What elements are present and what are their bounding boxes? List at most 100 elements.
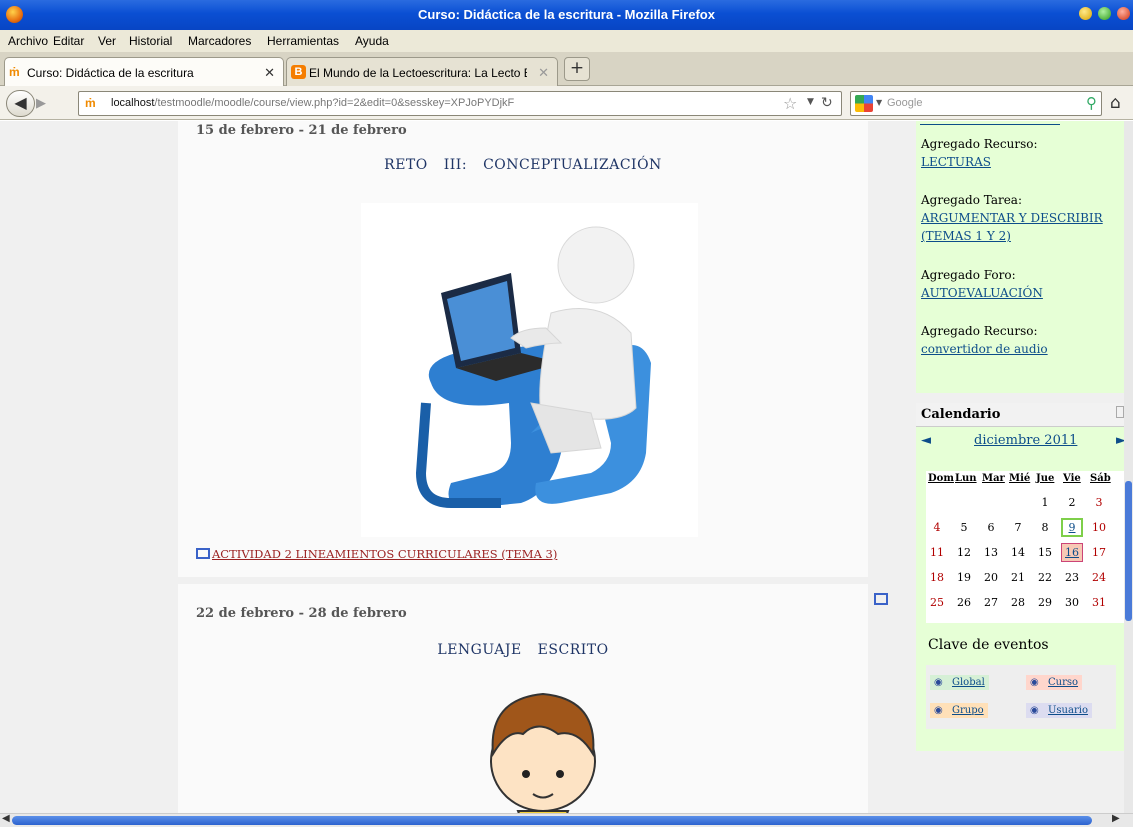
recent-item: Agregado Recurso: LECTURAS <box>921 135 1116 171</box>
eye-icon: ◉ <box>1030 705 1039 716</box>
activity-link-label: ACTIVIDAD 2 LINEAMIENTOS CURRICULARES (T… <box>212 547 558 561</box>
recent-item-link[interactable]: AUTOEVALUACIÓN <box>921 284 1116 302</box>
calendar-day: 19 <box>957 571 971 584</box>
maximize-button[interactable] <box>1098 7 1111 20</box>
tab-blogger[interactable]: B El Mundo de la Lectoescritura: La Lect… <box>286 57 558 86</box>
calendar-day-of-week: Lun <box>955 473 977 484</box>
week-marker-icon[interactable] <box>874 593 888 605</box>
calendar-day[interactable]: 9 <box>1061 518 1083 537</box>
search-bar[interactable]: ▼ Google ⚲ <box>850 91 1102 116</box>
calendar-day: 7 <box>1014 521 1022 534</box>
calendar-day: 28 <box>1011 596 1025 609</box>
back-button[interactable]: ◀ <box>6 90 35 117</box>
event-keys-title: Clave de eventos <box>928 637 1049 653</box>
key-curso[interactable]: ◉ Curso <box>1026 675 1083 690</box>
blogger-icon: B <box>291 65 306 79</box>
menu-historial[interactable]: Historial <box>129 34 172 48</box>
heading-word: LENGUAJE <box>437 642 522 658</box>
page-content: 15 de febrero - 21 de febrero RETO III: CO… <box>0 121 1124 813</box>
eye-icon: ◉ <box>934 705 943 716</box>
recent-activity-block: Agregado Recurso: LECTURAS Agregado Tare… <box>916 121 1124 393</box>
event-keys-box: ◉ Global ◉ Curso ◉ Grupo ◉ Usuario <box>926 665 1116 729</box>
close-window-button[interactable] <box>1117 7 1130 20</box>
key-grupo[interactable]: ◉ Grupo <box>930 703 988 718</box>
forward-button[interactable]: ▶ <box>36 94 58 113</box>
calendar-header: Calendario <box>916 403 1124 427</box>
calendar-month[interactable]: diciembre 2011 <box>974 433 1077 448</box>
search-icon[interactable]: ⚲ <box>1086 94 1097 112</box>
calendar-day: 26 <box>957 596 971 609</box>
eye-icon: ◉ <box>1030 677 1039 688</box>
scroll-left-icon[interactable]: ◀ <box>2 813 10 824</box>
menu-herramientas[interactable]: Herramientas <box>267 34 339 48</box>
url-dropdown-icon[interactable]: ▼ <box>807 97 814 107</box>
calendar-day-of-week: Vie <box>1063 473 1081 484</box>
url-host: localhost <box>111 97 155 109</box>
recent-item-link[interactable]: convertidor de audio <box>921 340 1116 358</box>
recent-item: Agregado Foro: AUTOEVALUACIÓN <box>921 266 1116 302</box>
calendar-day: 11 <box>930 546 944 559</box>
calendar-day: 3 <box>1095 496 1103 509</box>
key-label: Curso <box>1048 677 1079 688</box>
next-month-icon[interactable]: ► <box>1116 433 1124 448</box>
search-input[interactable]: Google <box>887 97 922 109</box>
calendar-day[interactable]: 16 <box>1061 543 1083 562</box>
calendar-day: 23 <box>1065 571 1079 584</box>
key-global[interactable]: ◉ Global <box>930 675 989 690</box>
scroll-right-icon[interactable]: ▶ <box>1112 813 1120 824</box>
tab-curso[interactable]: ṁ Curso: Didáctica de la escritura ✕ <box>4 57 284 86</box>
back-forward-group: ◀ ▶ <box>6 90 70 117</box>
illustration-svg <box>415 226 651 508</box>
prev-month-icon[interactable]: ◄ <box>921 433 931 448</box>
home-icon[interactable]: ⌂ <box>1110 93 1121 113</box>
url-text[interactable]: localhost/testmoodle/moodle/course/view.… <box>111 97 514 109</box>
close-tab-icon[interactable]: ✕ <box>264 65 275 81</box>
vertical-scrollbar[interactable] <box>1124 121 1133 813</box>
site-moodle-icon: ṁ <box>85 96 96 110</box>
calendar-block: Calendario ◄ diciembre 2011 ► Dom Lun Mar M… <box>916 403 1124 751</box>
recent-item-link[interactable]: ARGUMENTAR Y DESCRIBIR (TEMAS 1 Y 2) <box>921 209 1116 245</box>
truncated-link[interactable] <box>920 121 1060 125</box>
computer-user-illustration <box>361 203 698 537</box>
calendar-day: 29 <box>1038 596 1052 609</box>
minimize-button[interactable] <box>1079 7 1092 20</box>
key-usuario[interactable]: ◉ Usuario <box>1026 703 1092 718</box>
calendar-title: Calendario <box>921 407 1001 422</box>
boy-svg <box>490 692 596 813</box>
calendar-day-of-week: Dom <box>928 473 954 484</box>
recent-item-link[interactable]: LECTURAS <box>921 153 1116 171</box>
calendar-day: 1 <box>1041 496 1049 509</box>
url-path: /testmoodle/moodle/course/view.php?id=2&… <box>154 97 515 109</box>
close-tab-icon[interactable]: ✕ <box>538 65 549 81</box>
calendar-day: 15 <box>1038 546 1052 559</box>
calendar-day: 24 <box>1092 571 1106 584</box>
tab-bar: ṁ Curso: Didáctica de la escritura ✕ B E… <box>0 52 1133 86</box>
google-icon[interactable] <box>855 95 873 112</box>
calendar-day: 14 <box>1011 546 1025 559</box>
vertical-scroll-thumb[interactable] <box>1125 481 1132 621</box>
week-section: 15 de febrero - 21 de febrero RETO III: CO… <box>178 121 868 577</box>
calendar-day: 5 <box>960 521 968 534</box>
activity-link[interactable]: ACTIVIDAD 2 LINEAMIENTOS CURRICULARES (T… <box>196 547 557 561</box>
search-engine-dropdown-icon[interactable]: ▼ <box>876 98 882 107</box>
menu-ayuda[interactable]: Ayuda <box>355 34 389 48</box>
horizontal-scrollbar[interactable]: ◀ ▶ <box>0 813 1133 827</box>
heading-word: CONCEPTUALIZACIÓN <box>483 157 662 173</box>
heading-word: RETO <box>384 157 428 173</box>
collapse-block-icon[interactable] <box>1116 406 1124 418</box>
reload-icon[interactable]: ↻ <box>821 95 833 111</box>
recent-item-label: Agregado Tarea: <box>921 193 1023 207</box>
calendar-day: 27 <box>984 596 998 609</box>
menu-ver[interactable]: Ver <box>98 34 116 48</box>
bookmark-star-icon[interactable]: ☆ <box>783 94 797 113</box>
recent-item-label: Agregado Recurso: <box>921 324 1038 338</box>
new-tab-button[interactable]: + <box>564 57 590 81</box>
menu-editar[interactable]: Editar <box>53 34 84 48</box>
horizontal-scroll-thumb[interactable] <box>12 816 1092 825</box>
assignment-icon <box>196 548 210 559</box>
url-bar[interactable]: ṁ localhost/testmoodle/moodle/course/vie… <box>78 91 842 116</box>
menu-archivo[interactable]: Archivo <box>8 34 48 48</box>
key-label: Grupo <box>952 705 984 716</box>
window-titlebar: Curso: Didáctica de la escritura - Mozil… <box>0 0 1133 30</box>
menu-marcadores[interactable]: Marcadores <box>188 34 251 48</box>
